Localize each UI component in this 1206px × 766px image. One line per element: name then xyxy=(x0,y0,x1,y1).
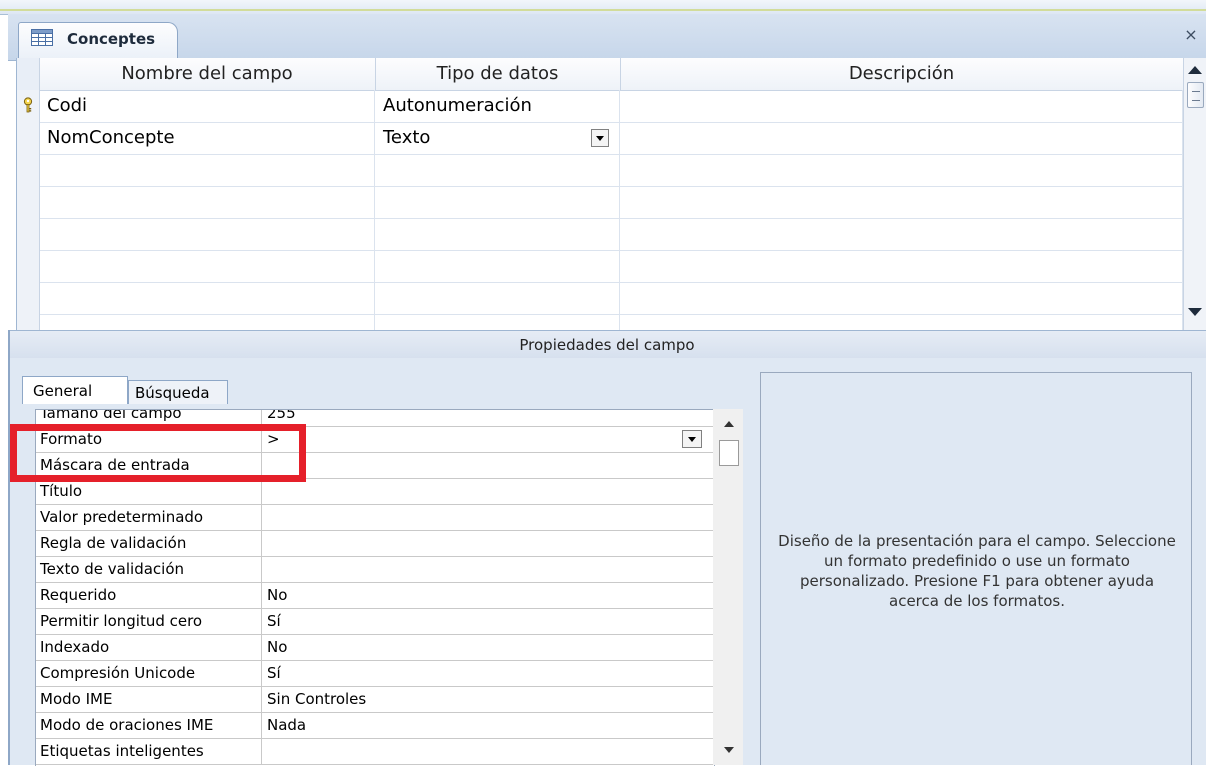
table-row[interactable] xyxy=(17,250,1183,283)
document-tab-conceptes[interactable]: Conceptes xyxy=(18,22,178,61)
property-label: Regla de validación xyxy=(40,530,262,556)
description-cell[interactable] xyxy=(620,154,1183,186)
field-name-cell[interactable]: Codi xyxy=(39,90,375,122)
window-accent-line xyxy=(0,9,1206,11)
description-cell[interactable] xyxy=(620,218,1183,250)
property-row[interactable]: Indexado No xyxy=(36,634,714,661)
property-label: Modo IME xyxy=(40,686,262,712)
property-label: Indexado xyxy=(40,634,262,660)
table-row[interactable] xyxy=(17,218,1183,251)
scroll-thumb[interactable] xyxy=(719,440,739,466)
data-type-cell[interactable] xyxy=(375,282,620,314)
row-selector[interactable] xyxy=(17,218,40,250)
data-type-cell[interactable] xyxy=(375,186,620,218)
description-cell[interactable] xyxy=(620,282,1183,314)
row-selector[interactable] xyxy=(17,250,40,282)
table-row[interactable] xyxy=(17,314,1183,330)
data-type-cell[interactable] xyxy=(375,218,620,250)
property-label: Modo de oraciones IME xyxy=(40,712,262,738)
property-help-panel: Diseño de la presentación para el campo.… xyxy=(760,372,1192,765)
data-type-dropdown-button[interactable] xyxy=(591,129,609,147)
scroll-up-arrow-icon[interactable] xyxy=(1188,66,1202,74)
table-row[interactable] xyxy=(17,282,1183,315)
data-type-cell[interactable] xyxy=(375,250,620,282)
description-cell[interactable] xyxy=(620,90,1183,122)
table-row[interactable]: Codi Autonumeración xyxy=(17,90,1183,123)
field-properties-title: Propiedades del campo xyxy=(8,330,1206,360)
data-type-cell[interactable]: Autonumeración xyxy=(375,90,620,122)
scroll-down-arrow-icon[interactable] xyxy=(1188,308,1202,316)
column-header-data-type: Tipo de datos xyxy=(375,58,621,90)
property-label: Compresión Unicode xyxy=(40,660,262,686)
red-highlight-box xyxy=(10,424,306,482)
grid-header: Nombre del campo Tipo de datos Descripci… xyxy=(17,58,1184,91)
row-selector[interactable] xyxy=(17,314,40,330)
property-row[interactable]: Valor predeterminado xyxy=(36,504,714,531)
field-name-cell[interactable] xyxy=(39,154,375,186)
property-value[interactable]: Nada xyxy=(267,712,306,738)
property-value[interactable]: Sí xyxy=(267,608,281,634)
property-label: Valor predeterminado xyxy=(40,504,262,530)
data-type-value: Texto xyxy=(383,127,431,148)
table-row[interactable] xyxy=(17,154,1183,187)
field-name-cell[interactable] xyxy=(39,218,375,250)
property-row[interactable]: Modo IME Sin Controles xyxy=(36,686,714,713)
property-row[interactable]: Compresión Unicode Sí xyxy=(36,660,714,687)
tab-general[interactable]: General xyxy=(22,376,128,404)
data-type-cell[interactable] xyxy=(375,154,620,186)
field-name-cell[interactable] xyxy=(39,250,375,282)
description-cell[interactable] xyxy=(620,186,1183,218)
column-header-field-name: Nombre del campo xyxy=(39,58,376,90)
field-name-cell[interactable] xyxy=(39,282,375,314)
property-row[interactable]: Permitir longitud cero Sí xyxy=(36,608,714,635)
window-top-strip xyxy=(0,0,1206,15)
field-name-cell[interactable]: NomConcepte xyxy=(39,122,375,154)
property-row[interactable]: Texto de validación xyxy=(36,556,714,583)
tab-busqueda[interactable]: Búsqueda xyxy=(128,380,228,404)
field-design-grid: Nombre del campo Tipo de datos Descripci… xyxy=(16,58,1206,330)
primary-key-icon xyxy=(23,97,33,113)
property-row[interactable]: Regla de validación xyxy=(36,530,714,557)
grid-vertical-scrollbar[interactable] xyxy=(1183,58,1206,330)
description-cell[interactable] xyxy=(620,250,1183,282)
property-row[interactable]: Etiquetas inteligentes xyxy=(36,738,714,765)
scroll-up-arrow-icon[interactable] xyxy=(724,421,734,427)
row-selector[interactable] xyxy=(17,282,40,314)
property-value[interactable]: No xyxy=(267,582,287,608)
property-label: Texto de validación xyxy=(40,556,262,582)
property-value[interactable]: Sin Controles xyxy=(267,686,366,712)
property-label: Etiquetas inteligentes xyxy=(40,738,262,764)
data-type-cell[interactable] xyxy=(375,314,620,330)
property-row[interactable]: Requerido No xyxy=(36,582,714,609)
row-selector[interactable] xyxy=(17,186,40,218)
property-value[interactable]: Sí xyxy=(267,660,281,686)
field-name-cell[interactable] xyxy=(39,314,375,330)
scroll-down-arrow-icon[interactable] xyxy=(724,747,734,753)
document-tab-label: Conceptes xyxy=(67,30,156,48)
property-help-text: Diseño de la presentación para el campo.… xyxy=(778,532,1176,610)
property-value[interactable]: No xyxy=(267,634,287,660)
document-tab-bar xyxy=(8,14,1206,61)
scroll-thumb[interactable] xyxy=(1187,82,1204,108)
grid-corner[interactable] xyxy=(17,58,40,90)
property-row[interactable]: Modo de oraciones IME Nada xyxy=(36,712,714,739)
property-label: Permitir longitud cero xyxy=(40,608,262,634)
description-cell[interactable] xyxy=(620,122,1183,154)
description-cell[interactable] xyxy=(620,314,1183,330)
table-icon xyxy=(31,29,53,46)
row-selector[interactable] xyxy=(17,90,40,122)
row-selector[interactable] xyxy=(17,154,40,186)
table-row[interactable]: NomConcepte Texto xyxy=(17,122,1183,155)
close-icon[interactable]: × xyxy=(1182,26,1200,44)
pane-left-border xyxy=(8,330,10,765)
property-label: Requerido xyxy=(40,582,262,608)
column-header-description: Descripción xyxy=(620,58,1184,90)
row-selector[interactable] xyxy=(17,122,40,154)
property-row[interactable]: Título xyxy=(36,478,714,505)
data-type-cell[interactable]: Texto xyxy=(375,122,620,154)
field-name-cell[interactable] xyxy=(39,186,375,218)
property-sheet-scrollbar[interactable] xyxy=(713,409,743,765)
table-row[interactable] xyxy=(17,186,1183,219)
format-dropdown-button[interactable] xyxy=(682,430,702,448)
